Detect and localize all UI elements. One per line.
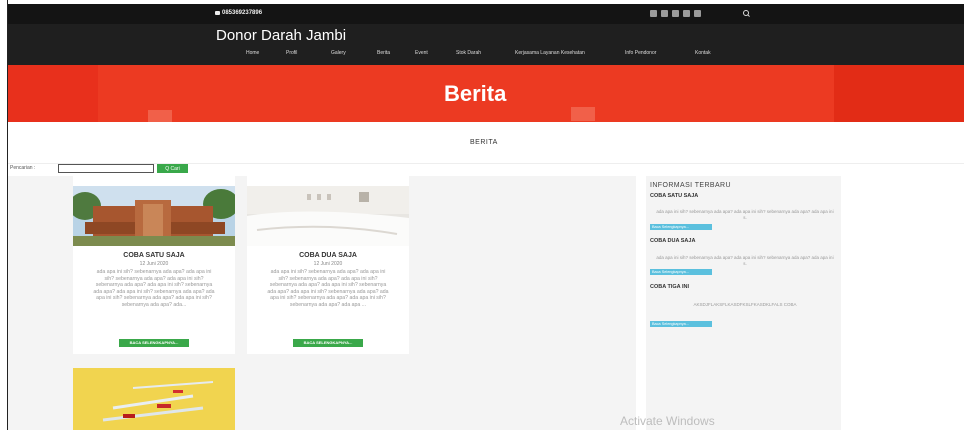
windows-activation-watermark: Activate Windows: [620, 414, 715, 428]
section-title: BERITA: [470, 139, 498, 146]
site-header: 085369237896 Donor Darah Jambi Home Prof…: [8, 4, 964, 65]
sidebar-item-text: ada apa ini sih? sebenarnya ada apa? ada…: [656, 255, 834, 266]
banner-decoration: [148, 110, 172, 122]
nav-event[interactable]: Event: [415, 50, 428, 56]
search-button[interactable]: Q Cari: [157, 164, 188, 173]
news-title[interactable]: COBA DUA SAJA: [247, 252, 409, 259]
read-more-button[interactable]: BACA SELENGKAPNYA...: [293, 339, 363, 347]
news-image-bed[interactable]: [247, 186, 409, 246]
nav-kerjasama[interactable]: Kerjasama Layanan Kesehatan: [515, 50, 585, 56]
sidebar-read-more-button[interactable]: Baca Selengkapnya...: [650, 321, 712, 327]
main-nav: Home Profil Galery Berita Event Stok Dar…: [8, 50, 964, 60]
sidebar-read-more-button[interactable]: Baca Selengkapnya...: [650, 269, 712, 275]
sidebar-read-more-button[interactable]: Baca Selengkapnya...: [650, 224, 712, 230]
nav-home[interactable]: Home: [246, 50, 259, 56]
phone-number: 085369237896: [222, 10, 263, 16]
news-list: COBA SATU SAJA 12 Juni 2020 ada apa ini …: [8, 176, 636, 430]
site-brand[interactable]: Donor Darah Jambi: [216, 27, 346, 44]
phone-contact: 085369237896: [215, 10, 262, 16]
news-card: [73, 368, 235, 430]
nav-info-pendonor[interactable]: Info Pendonor: [625, 50, 656, 56]
email-icon[interactable]: [672, 10, 679, 17]
nav-galery[interactable]: Galery: [331, 50, 346, 56]
sidebar-item-title[interactable]: COBA SATU SAJA: [650, 193, 698, 199]
nav-stok-darah[interactable]: Stok Darah: [456, 50, 481, 56]
news-title[interactable]: COBA SATU SAJA: [73, 252, 235, 259]
news-excerpt: ada apa ini sih? sebenarnya ada apa? ada…: [267, 269, 389, 308]
search-label: Pencarian :: [10, 165, 36, 171]
banner-decoration: [571, 107, 595, 121]
twitter-icon[interactable]: [661, 10, 668, 17]
news-date: 12 Juni 2020: [139, 261, 169, 267]
section-header: BERITA: [8, 122, 964, 164]
banner-title: Berita: [444, 81, 507, 106]
news-image-temple[interactable]: [73, 186, 235, 246]
facebook-icon[interactable]: [650, 10, 657, 17]
nav-profil[interactable]: Profil: [286, 50, 297, 56]
hero-banner: Berita: [8, 65, 964, 122]
sidebar-title: INFORMASI TERBARU: [650, 182, 731, 189]
search-icon[interactable]: [743, 10, 750, 17]
news-excerpt: ada apa ini sih? sebenarnya ada apa? ada…: [93, 269, 215, 308]
social-links: [650, 10, 701, 17]
phone-icon: [215, 11, 220, 15]
news-card: COBA SATU SAJA 12 Juni 2020 ada apa ini …: [73, 176, 235, 354]
search-bar: Pencarian : Q Cari: [8, 164, 208, 176]
news-image-blood-tubes[interactable]: [73, 368, 235, 430]
nav-berita[interactable]: Berita: [377, 50, 390, 56]
news-card: COBA DUA SAJA 12 Juni 2020 ada apa ini s…: [247, 176, 409, 354]
sidebar-item-text: ada apa ini sih? sebenarnya ada apa? ada…: [656, 209, 834, 220]
android-icon[interactable]: [694, 10, 701, 17]
read-more-button[interactable]: BACA SELENGKAPNYA...: [119, 339, 189, 347]
latest-info-sidebar: INFORMASI TERBARU COBA SATU SAJA ada apa…: [646, 176, 841, 430]
sidebar-item-title[interactable]: COBA DUA SAJA: [650, 238, 695, 244]
banner-right-panel: [834, 65, 964, 122]
news-date: 12 Juni 2020: [313, 261, 343, 267]
search-input[interactable]: [58, 164, 154, 173]
page: 085369237896 Donor Darah Jambi Home Prof…: [0, 0, 964, 430]
sidebar-item-text: AKSDJFLAKSFLKASDFKSLFKASDKLFALS COBA: [693, 302, 797, 307]
nav-kontak[interactable]: Kontak: [695, 50, 711, 56]
sidebar-item-title[interactable]: COBA TIGA INI: [650, 284, 689, 290]
banner-left-panel: [8, 65, 98, 122]
google-plus-icon[interactable]: [683, 10, 690, 17]
top-bar: 085369237896: [8, 4, 964, 24]
